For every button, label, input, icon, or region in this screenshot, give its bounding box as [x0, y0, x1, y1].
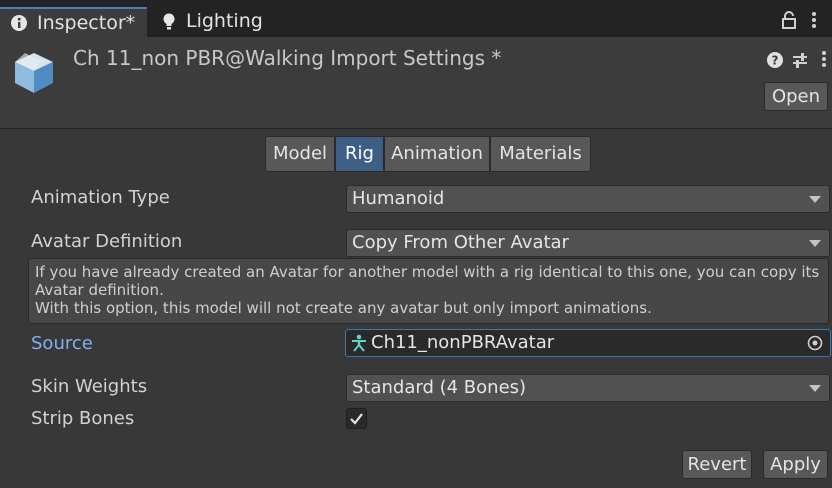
avatar-definition-label: Avatar Definition [31, 231, 183, 252]
tab-lighting-label: Lighting [186, 10, 263, 32]
avatar-definition-value: Copy From Other Avatar [352, 232, 569, 253]
tab-model[interactable]: Model [265, 136, 335, 172]
help-icon[interactable]: ? [767, 52, 783, 68]
tab-lighting[interactable]: Lighting [152, 8, 282, 37]
strip-bones-checkbox[interactable] [346, 408, 367, 429]
tab-animation[interactable]: Animation [384, 136, 490, 172]
open-button[interactable]: Open [764, 82, 828, 111]
tab-inspector-label: Inspector* [37, 12, 136, 34]
chevron-down-icon [809, 385, 821, 392]
animation-type-value: Humanoid [352, 188, 445, 209]
animation-type-dropdown[interactable]: Humanoid [346, 185, 830, 213]
avatar-icon [352, 334, 366, 352]
asset-title: Ch 11_non PBR@Walking Import Settings * [73, 46, 502, 70]
lock-icon[interactable] [781, 11, 797, 29]
model-asset-icon [15, 53, 53, 93]
animation-type-label: Animation Type [31, 187, 170, 208]
chevron-down-icon [809, 240, 821, 247]
apply-button[interactable]: Apply [763, 450, 828, 479]
revert-button[interactable]: Revert [682, 450, 752, 479]
tab-menu-icon[interactable] [810, 11, 818, 29]
chevron-down-icon [809, 196, 821, 203]
source-value: Ch11_nonPBRAvatar [371, 332, 555, 353]
source-object-field[interactable]: Ch11_nonPBRAvatar [345, 329, 831, 357]
skin-weights-label: Skin Weights [31, 376, 148, 397]
info-icon [11, 15, 27, 31]
tab-materials[interactable]: Materials [490, 136, 591, 172]
skin-weights-dropdown[interactable]: Standard (4 Bones) [346, 374, 830, 402]
strip-bones-label: Strip Bones [31, 408, 135, 429]
source-label: Source [31, 333, 93, 354]
checkmark-icon [350, 413, 363, 425]
object-picker-icon[interactable] [807, 335, 823, 351]
header-menu-icon[interactable] [820, 50, 828, 68]
avatar-definition-dropdown[interactable]: Copy From Other Avatar [346, 229, 830, 257]
tab-rig[interactable]: Rig [335, 136, 384, 172]
skin-weights-value: Standard (4 Bones) [352, 377, 527, 398]
svg-text:?: ? [772, 54, 779, 68]
preset-icon[interactable] [792, 51, 808, 69]
lightbulb-icon [163, 13, 175, 30]
tab-inspector[interactable]: Inspector* [0, 7, 147, 38]
help-box: If you have already created an Avatar fo… [28, 258, 829, 324]
